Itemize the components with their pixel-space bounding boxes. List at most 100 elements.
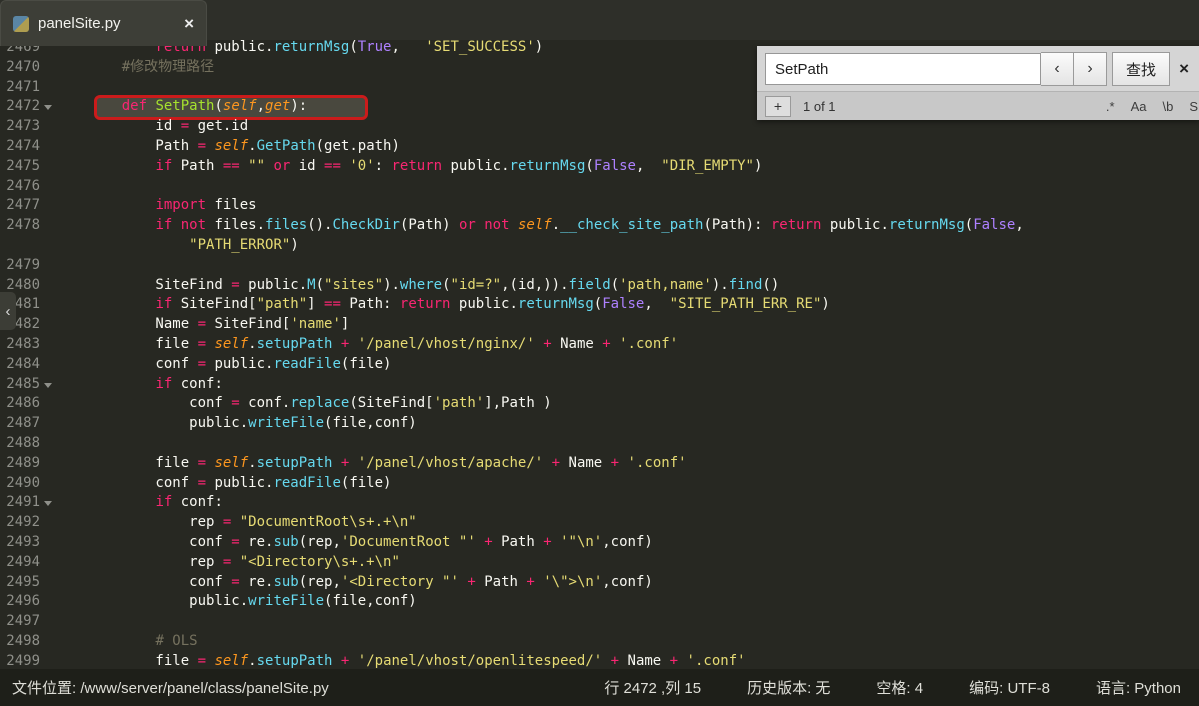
match-count: 1 of 1 [803, 99, 836, 114]
code-line: 2491 if conf: [0, 493, 1199, 513]
status-history[interactable]: 历史版本: 无 [747, 677, 830, 698]
code-text [56, 434, 88, 454]
code-line: 2481 if SiteFind["path"] == Path: return… [0, 295, 1199, 315]
line-number: 2483 [0, 335, 56, 355]
find-button[interactable]: 查找 [1112, 52, 1170, 86]
line-number: 2490 [0, 474, 56, 494]
line-number: 2494 [0, 553, 56, 573]
code-line: 2484 conf = public.readFile(file) [0, 355, 1199, 375]
code-text: def SetPath(self,get): [56, 97, 307, 117]
status-language[interactable]: 语言: Python [1096, 677, 1181, 698]
search-options: .* Aa \b S [1106, 99, 1198, 114]
chevron-right-icon: › [1087, 60, 1092, 78]
code-line: 2488 [0, 434, 1199, 454]
search-input[interactable] [765, 53, 1041, 85]
fold-arrow-icon[interactable] [44, 501, 52, 506]
status-right-group: 行 2472 ,列 15 历史版本: 无 空格: 4 编码: UTF-8 语言:… [604, 677, 1187, 698]
line-number[interactable]: 2491 [0, 493, 56, 513]
code-line: 2478 if not files.files().CheckDir(Path)… [0, 216, 1199, 236]
tab-close-icon[interactable]: × [184, 14, 194, 34]
line-number: 2487 [0, 414, 56, 434]
code-line: 2487 public.writeFile(file,conf) [0, 414, 1199, 434]
code-text: Path = self.GetPath(get.path) [56, 137, 400, 157]
code-line: 2479 [0, 256, 1199, 276]
code-line: 2494 rep = "<Directory\s+.+\n" [0, 553, 1199, 573]
code-line: 2496 public.writeFile(file,conf) [0, 592, 1199, 612]
line-number: 2479 [0, 256, 56, 276]
sidebar-collapse-toggle[interactable]: ‹ [0, 292, 16, 330]
status-file-location: 文件位置: /www/server/panel/class/panelSite.… [12, 677, 329, 698]
find-prev-button[interactable]: ‹ [1041, 52, 1074, 86]
code-text: if SiteFind["path"] == Path: return publ… [56, 295, 830, 315]
code-line: 2480 SiteFind = public.M("sites").where(… [0, 276, 1199, 296]
code-text: "PATH_ERROR") [56, 236, 299, 256]
status-spaces[interactable]: 空格: 4 [876, 677, 923, 698]
tab-panelsite[interactable]: panelSite.py × [0, 0, 207, 46]
find-next-button[interactable]: › [1074, 52, 1107, 86]
code-line: 2474 Path = self.GetPath(get.path) [0, 137, 1199, 157]
code-text: import files [56, 196, 257, 216]
line-number: 2497 [0, 612, 56, 632]
code-text: file = self.setupPath + '/panel/vhost/ap… [56, 454, 687, 474]
code-line: 2495 conf = re.sub(rep,'<Directory "' + … [0, 573, 1199, 593]
code-line: "PATH_ERROR") [0, 236, 1199, 256]
code-text [56, 78, 88, 98]
status-encoding[interactable]: 编码: UTF-8 [969, 677, 1050, 698]
line-number: 2499 [0, 652, 56, 669]
line-number: 2495 [0, 573, 56, 593]
code-line: 2476 [0, 177, 1199, 197]
line-number: 2492 [0, 513, 56, 533]
code-text: conf = public.readFile(file) [56, 474, 391, 494]
fold-arrow-icon[interactable] [44, 105, 52, 110]
code-text [56, 177, 88, 197]
regex-toggle[interactable]: .* [1106, 99, 1115, 114]
line-number: 2470 [0, 58, 56, 78]
search-close-icon[interactable]: × [1179, 59, 1189, 79]
code-text: if conf: [56, 375, 223, 395]
code-lines: 2469 return public.returnMsg(True, 'SET_… [0, 40, 1199, 669]
whole-word-toggle[interactable]: \b [1162, 99, 1173, 114]
code-line: 2492 rep = "DocumentRoot\s+.+\n" [0, 513, 1199, 533]
code-text: id = get.id [56, 117, 248, 137]
code-text [56, 612, 88, 632]
line-number [0, 236, 56, 256]
line-number: 2489 [0, 454, 56, 474]
code-line: 2493 conf = re.sub(rep,'DocumentRoot "' … [0, 533, 1199, 553]
line-number: 2484 [0, 355, 56, 375]
code-line: 2497 [0, 612, 1199, 632]
code-text: if conf: [56, 493, 223, 513]
code-line: 2490 conf = public.readFile(file) [0, 474, 1199, 494]
line-number: 2473 [0, 117, 56, 137]
line-number[interactable]: 2485 [0, 375, 56, 395]
code-line: 2489 file = self.setupPath + '/panel/vho… [0, 454, 1199, 474]
code-text: conf = conf.replace(SiteFind['path'],Pat… [56, 394, 552, 414]
line-number: 2477 [0, 196, 56, 216]
code-text: #修改物理路径 [56, 58, 214, 78]
code-text [56, 256, 88, 276]
line-number: 2486 [0, 394, 56, 414]
fold-arrow-icon[interactable] [44, 383, 52, 388]
code-text: conf = re.sub(rep,'DocumentRoot "' + Pat… [56, 533, 653, 553]
line-number: 2488 [0, 434, 56, 454]
code-line: 2485 if conf: [0, 375, 1199, 395]
line-number: 2471 [0, 78, 56, 98]
line-number: 2474 [0, 137, 56, 157]
code-text: public.writeFile(file,conf) [56, 414, 417, 434]
line-number[interactable]: 2472 [0, 97, 56, 117]
case-sensitive-toggle[interactable]: Aa [1131, 99, 1147, 114]
line-number: 2498 [0, 632, 56, 652]
code-line: 2499 file = self.setupPath + '/panel/vho… [0, 652, 1199, 669]
code-editor[interactable]: 2469 return public.returnMsg(True, 'SET_… [0, 40, 1199, 669]
s-option-toggle[interactable]: S [1189, 99, 1198, 114]
chevron-left-icon: ‹ [1054, 60, 1059, 78]
line-number: 2475 [0, 157, 56, 177]
code-text: file = self.setupPath + '/panel/vhost/op… [56, 652, 746, 669]
code-text: conf = public.readFile(file) [56, 355, 391, 375]
code-line: 2477 import files [0, 196, 1199, 216]
python-file-icon [13, 16, 29, 32]
code-line: 2475 if Path == "" or id == '0': return … [0, 157, 1199, 177]
search-panel: ‹ › 查找 × + 1 of 1 .* Aa \b S [757, 46, 1199, 120]
add-search-button[interactable]: + [765, 96, 791, 117]
code-line: 2473 id = get.id [0, 117, 1199, 137]
code-text: # OLS [56, 632, 198, 652]
